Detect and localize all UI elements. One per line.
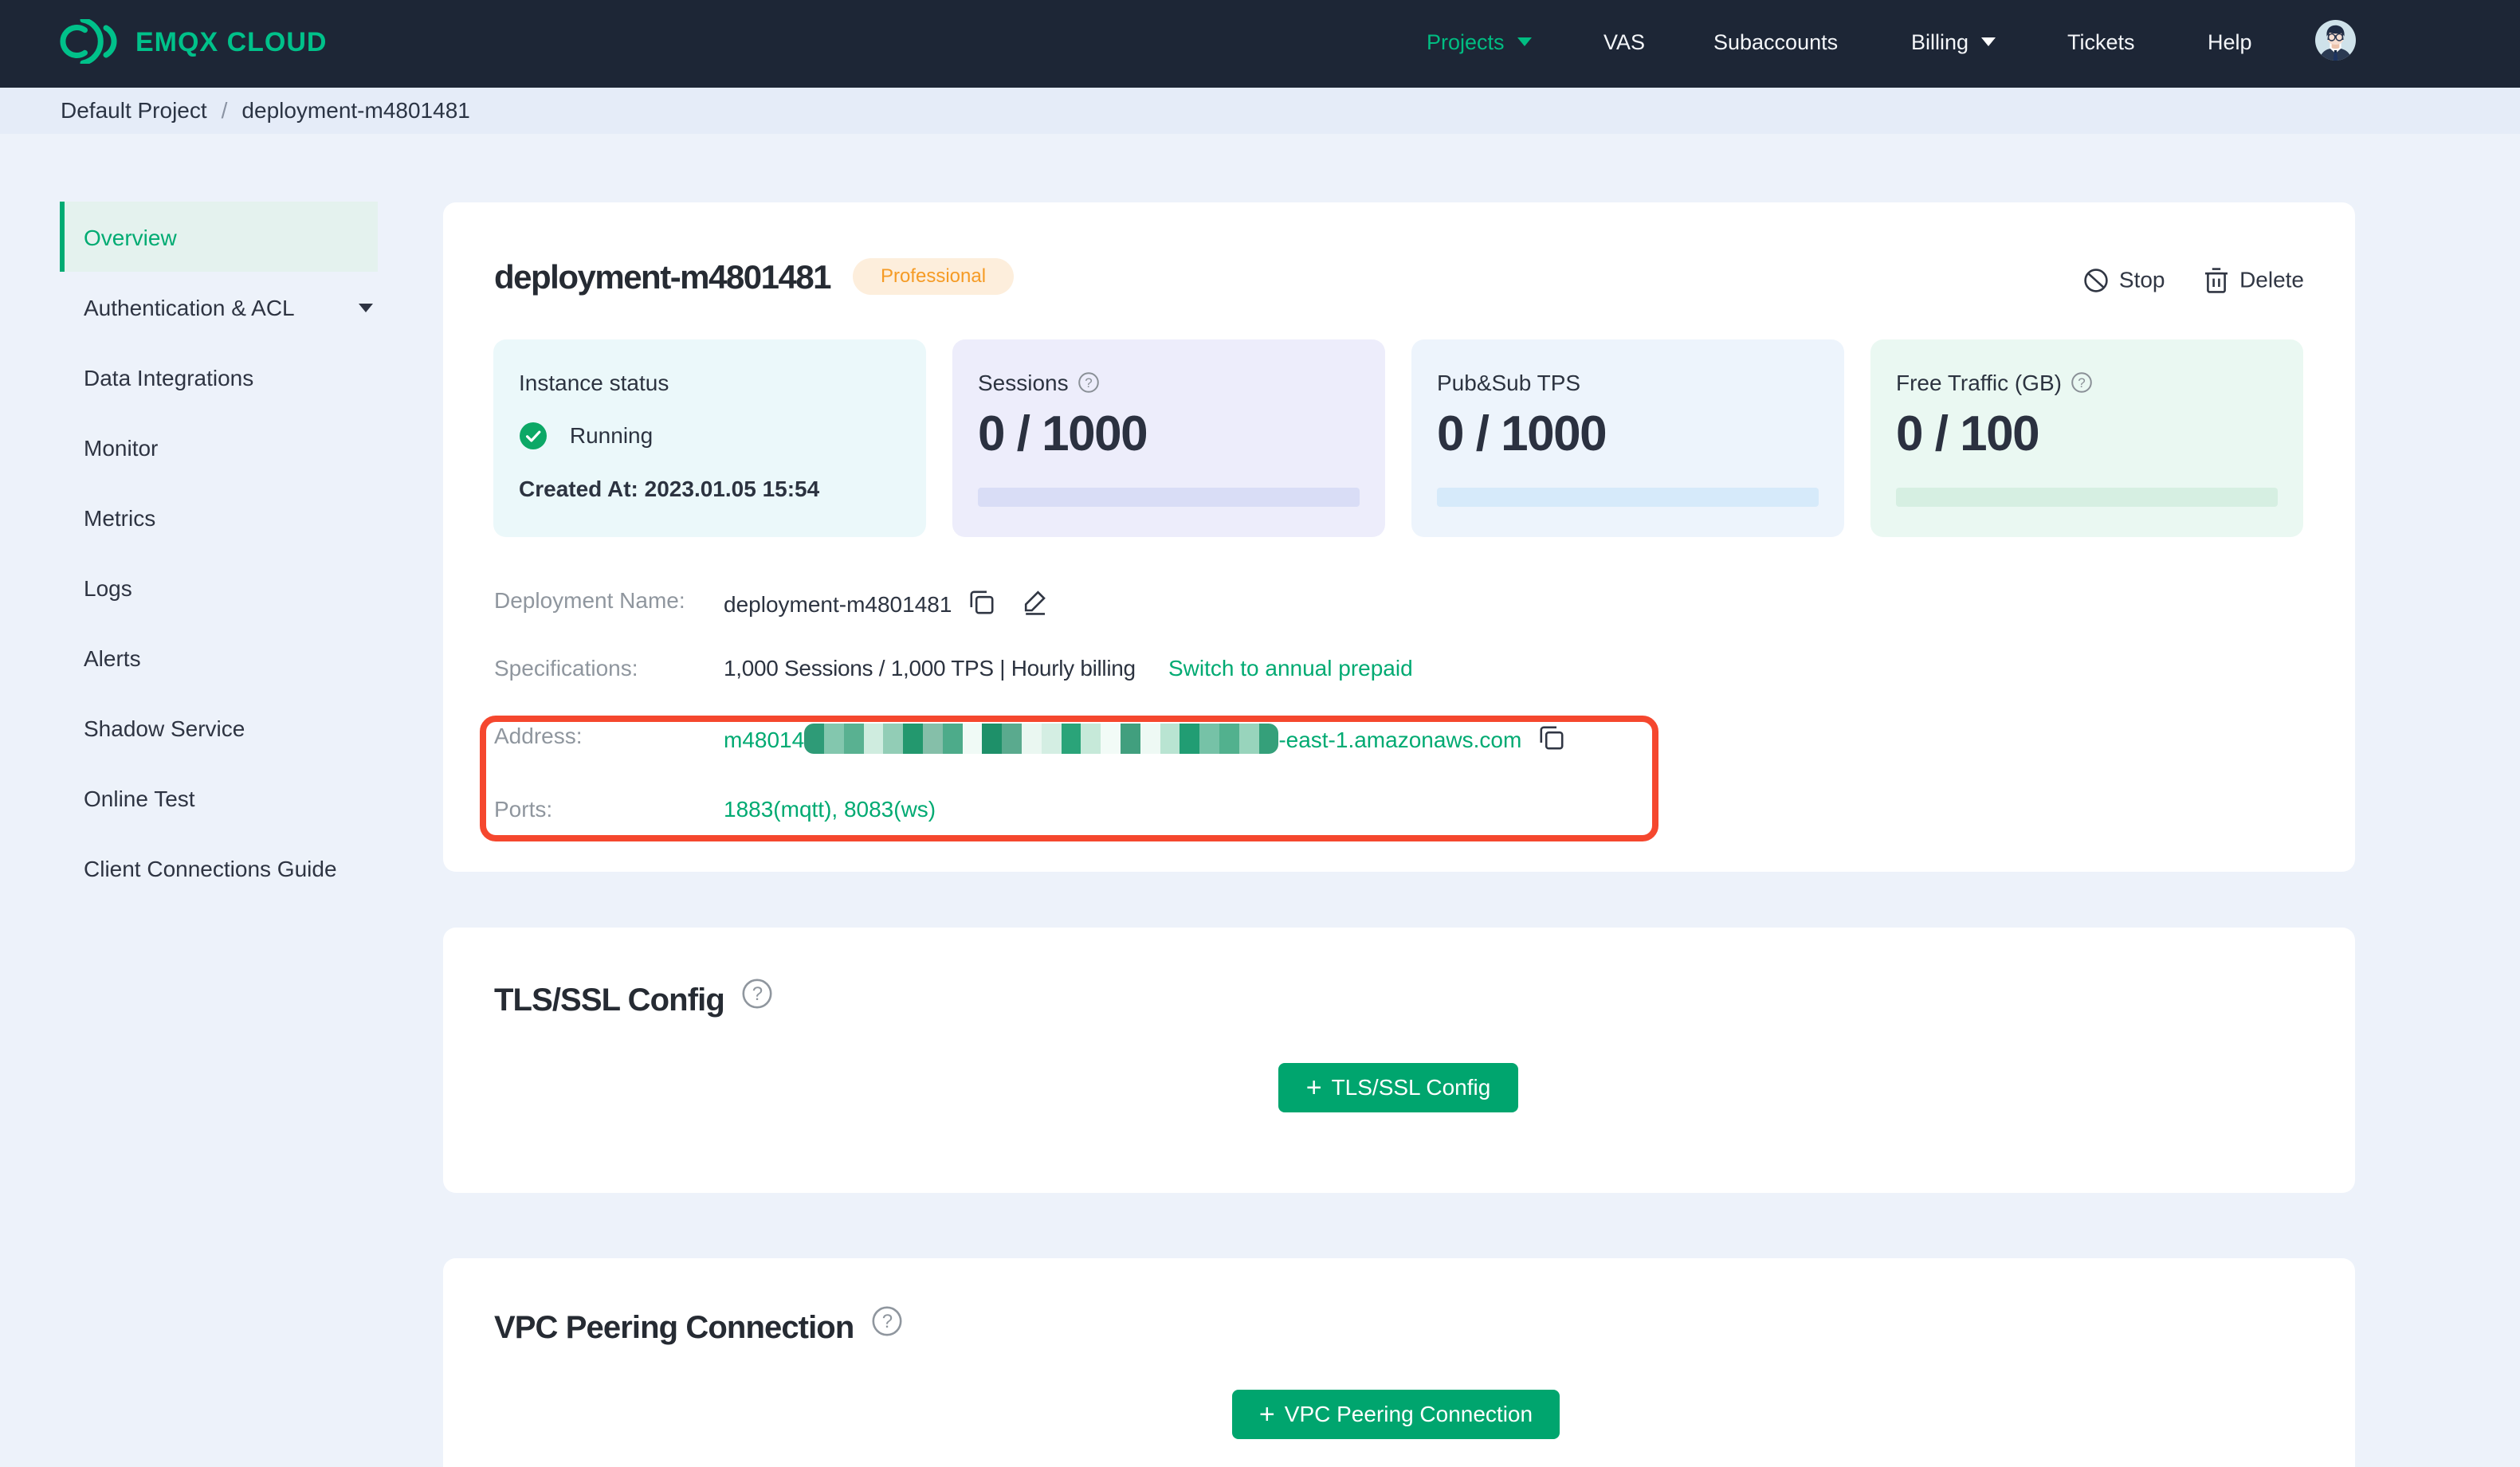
svg-text:?: ? <box>881 1311 892 1332</box>
svg-text:?: ? <box>752 983 763 1005</box>
svg-text:?: ? <box>1085 375 1092 390</box>
svg-text:?: ? <box>2078 375 2085 390</box>
